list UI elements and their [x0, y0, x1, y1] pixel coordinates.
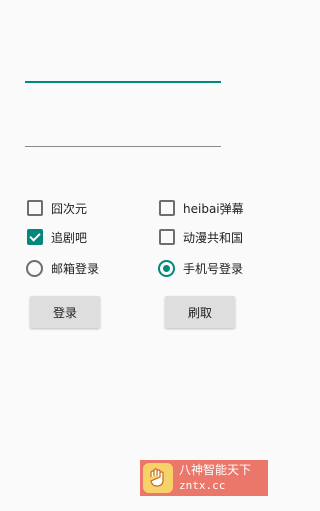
checkbox-jiongciyuan[interactable]: 囧次元	[27, 199, 87, 217]
checkbox-label: 追剧吧	[51, 230, 88, 245]
watermark: 八神智能天下 zntx.cc	[140, 460, 268, 496]
watermark-url: zntx.cc	[179, 479, 226, 492]
radio-phone-login[interactable]: 手机号登录	[158, 259, 243, 277]
radio-circle[interactable]	[26, 259, 43, 277]
username-field[interactable]	[25, 81, 221, 83]
checkbox-label: 动漫共和国	[183, 230, 244, 245]
radio-label: 邮箱登录	[51, 261, 100, 276]
checkbox-label: heibai弹幕	[183, 201, 244, 216]
login-button[interactable]: 登录	[30, 296, 100, 328]
cancel-button[interactable]: 刷取	[165, 296, 235, 328]
checkbox-box[interactable]	[159, 200, 175, 216]
checkbox-dongman-gongheguo[interactable]: 动漫共和国	[159, 228, 243, 246]
radio-label: 手机号登录	[183, 261, 244, 276]
checkbox-box-checked[interactable]	[27, 229, 43, 245]
radio-email-login[interactable]: 邮箱登录	[26, 259, 99, 277]
checkbox-box[interactable]	[27, 200, 43, 216]
checkbox-label: 囧次元	[51, 201, 88, 216]
radio-circle-checked[interactable]	[158, 259, 175, 277]
checkbox-box[interactable]	[159, 229, 175, 245]
checkbox-heibai-danmu[interactable]: heibai弹幕	[159, 199, 244, 217]
hand-logo-icon	[143, 463, 173, 493]
watermark-title: 八神智能天下	[179, 463, 252, 477]
password-field[interactable]	[25, 146, 221, 147]
checkbox-zhuijuba[interactable]: 追剧吧	[27, 228, 87, 246]
